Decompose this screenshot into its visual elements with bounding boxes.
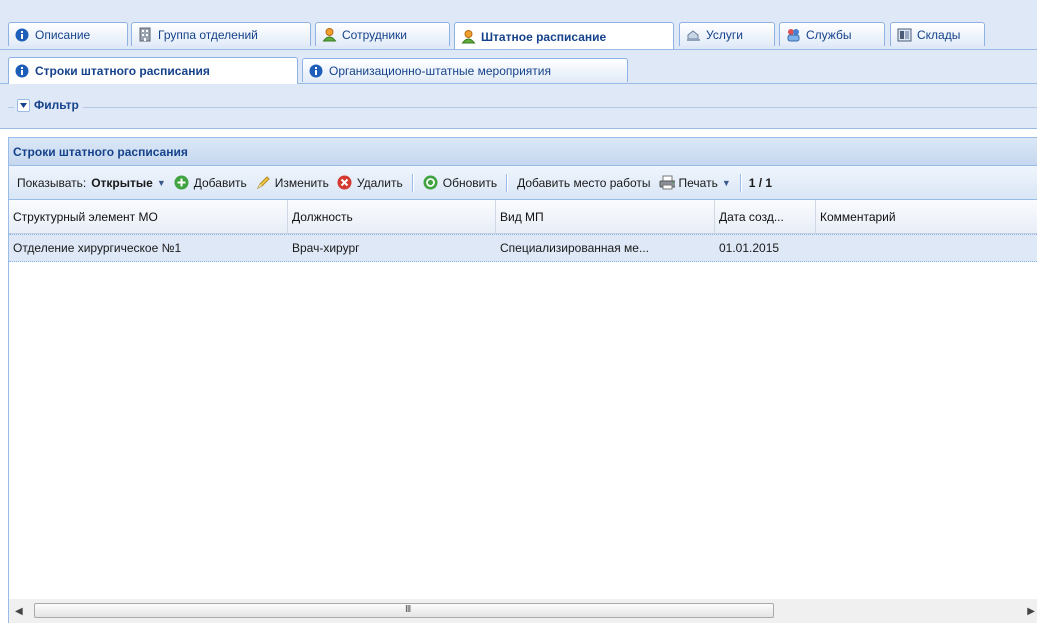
add-label: Добавить	[193, 175, 247, 190]
tab-label: Описание	[35, 27, 91, 42]
tab-staff-schedule[interactable]: Штатное расписание	[454, 22, 674, 50]
tab-warehouses[interactable]: Склады	[890, 22, 985, 46]
scrollbar-grip: III	[405, 604, 411, 615]
grid-toolbar: Показывать: Открытые ▼ Добавить Изменить…	[8, 166, 1037, 200]
tab-label: Службы	[806, 27, 852, 42]
delete-label: Удалить	[356, 175, 403, 190]
toolbar-separator	[739, 173, 742, 192]
table-row[interactable]: Отделение хирургическое №1 Врач-хирург С…	[9, 234, 1037, 262]
scrollbar-thumb[interactable]: III	[34, 603, 774, 618]
grid-header: Структурный элемент МО Должность Вид МП …	[9, 200, 1037, 234]
staff-schedule-grid: Структурный элемент МО Должность Вид МП …	[8, 200, 1037, 623]
tab-label: Организационно-штатные мероприятия	[329, 63, 551, 78]
info-icon	[308, 63, 324, 79]
column-header-structural-element[interactable]: Структурный элемент МО	[9, 200, 288, 234]
toolbar-separator	[411, 173, 414, 192]
add-workplace-button[interactable]: Добавить место работы	[513, 172, 654, 194]
cell-created-date: 01.01.2015	[719, 241, 780, 255]
column-header-position[interactable]: Должность	[288, 200, 496, 234]
tab-label: Строки штатного расписания	[35, 64, 210, 78]
show-filter-dropdown[interactable]: Открытые ▼	[88, 172, 170, 194]
chevron-down-icon: ▼	[721, 177, 731, 188]
printer-icon	[659, 175, 675, 191]
tab-service-units[interactable]: Службы	[779, 22, 885, 46]
column-header-comment[interactable]: Комментарий	[816, 200, 1037, 234]
filter-fieldset: Фильтр	[0, 84, 1037, 129]
warehouse-icon	[896, 27, 912, 43]
refresh-icon	[423, 175, 439, 191]
person-icon	[460, 29, 476, 45]
services-icon	[685, 27, 701, 43]
expand-toggle-icon[interactable]	[17, 98, 30, 112]
add-icon	[174, 175, 190, 191]
filter-label: Фильтр	[34, 98, 79, 112]
pencil-icon	[255, 175, 271, 191]
panel-title: Строки штатного расписания	[8, 137, 1037, 166]
main-tab-strip: Описание Группа отделений Сотрудники Шта…	[0, 0, 1037, 50]
scroll-right-icon[interactable]: ▶	[1027, 606, 1035, 617]
tab-label: Штатное расписание	[481, 29, 607, 44]
show-filter-value: Открытые	[91, 175, 153, 190]
tab-employees[interactable]: Сотрудники	[315, 22, 450, 46]
cell-structural-element: Отделение хирургическое №1	[13, 241, 182, 255]
cell-care-type: Специализированная ме...	[500, 241, 649, 255]
filter-legend[interactable]: Фильтр	[14, 98, 83, 112]
column-header-care-type[interactable]: Вид МП	[496, 200, 715, 234]
paging-info: 1 / 1	[748, 175, 773, 190]
refresh-label: Обновить	[442, 175, 498, 190]
add-workplace-label: Добавить место работы	[517, 175, 651, 190]
edit-button[interactable]: Изменить	[251, 172, 333, 194]
cell-position: Врач-хирург	[292, 241, 360, 255]
building-icon	[137, 27, 153, 43]
tab-staff-schedule-rows[interactable]: Строки штатного расписания	[8, 57, 298, 84]
filter-divider	[8, 107, 1037, 108]
person-icon	[321, 27, 337, 43]
tab-label: Сотрудники	[342, 27, 407, 42]
tab-label: Услуги	[706, 27, 743, 42]
toolbar-separator	[506, 173, 509, 192]
column-header-created-date[interactable]: Дата созд...	[715, 200, 816, 234]
staff-service-icon	[785, 27, 801, 43]
info-icon	[14, 27, 30, 43]
delete-icon	[337, 175, 353, 191]
app-window: Описание Группа отделений Сотрудники Шта…	[0, 0, 1037, 623]
add-button[interactable]: Добавить	[170, 172, 251, 194]
tab-label: Группа отделений	[158, 27, 258, 42]
tab-description[interactable]: Описание	[8, 22, 128, 46]
cell-comment	[816, 235, 1037, 261]
tab-label: Склады	[917, 27, 961, 42]
filter-bottom-border	[0, 128, 1037, 129]
tab-services[interactable]: Услуги	[679, 22, 775, 46]
horizontal-scrollbar[interactable]: ◀ III ▶	[8, 599, 1037, 623]
print-button[interactable]: Печать ▼	[655, 172, 735, 194]
show-label: Показывать:	[17, 175, 87, 190]
tab-org-staff-activities[interactable]: Организационно-штатные мероприятия	[302, 58, 628, 82]
info-icon	[14, 63, 30, 79]
chevron-down-icon: ▼	[156, 177, 166, 188]
refresh-button[interactable]: Обновить	[419, 172, 501, 194]
delete-button[interactable]: Удалить	[333, 172, 407, 194]
sub-tab-strip: Строки штатного расписания Организационн…	[0, 50, 1037, 84]
print-label: Печать	[678, 175, 718, 190]
edit-label: Изменить	[274, 175, 329, 190]
scroll-left-icon[interactable]: ◀	[15, 606, 23, 617]
tab-department-group[interactable]: Группа отделений	[131, 22, 311, 46]
